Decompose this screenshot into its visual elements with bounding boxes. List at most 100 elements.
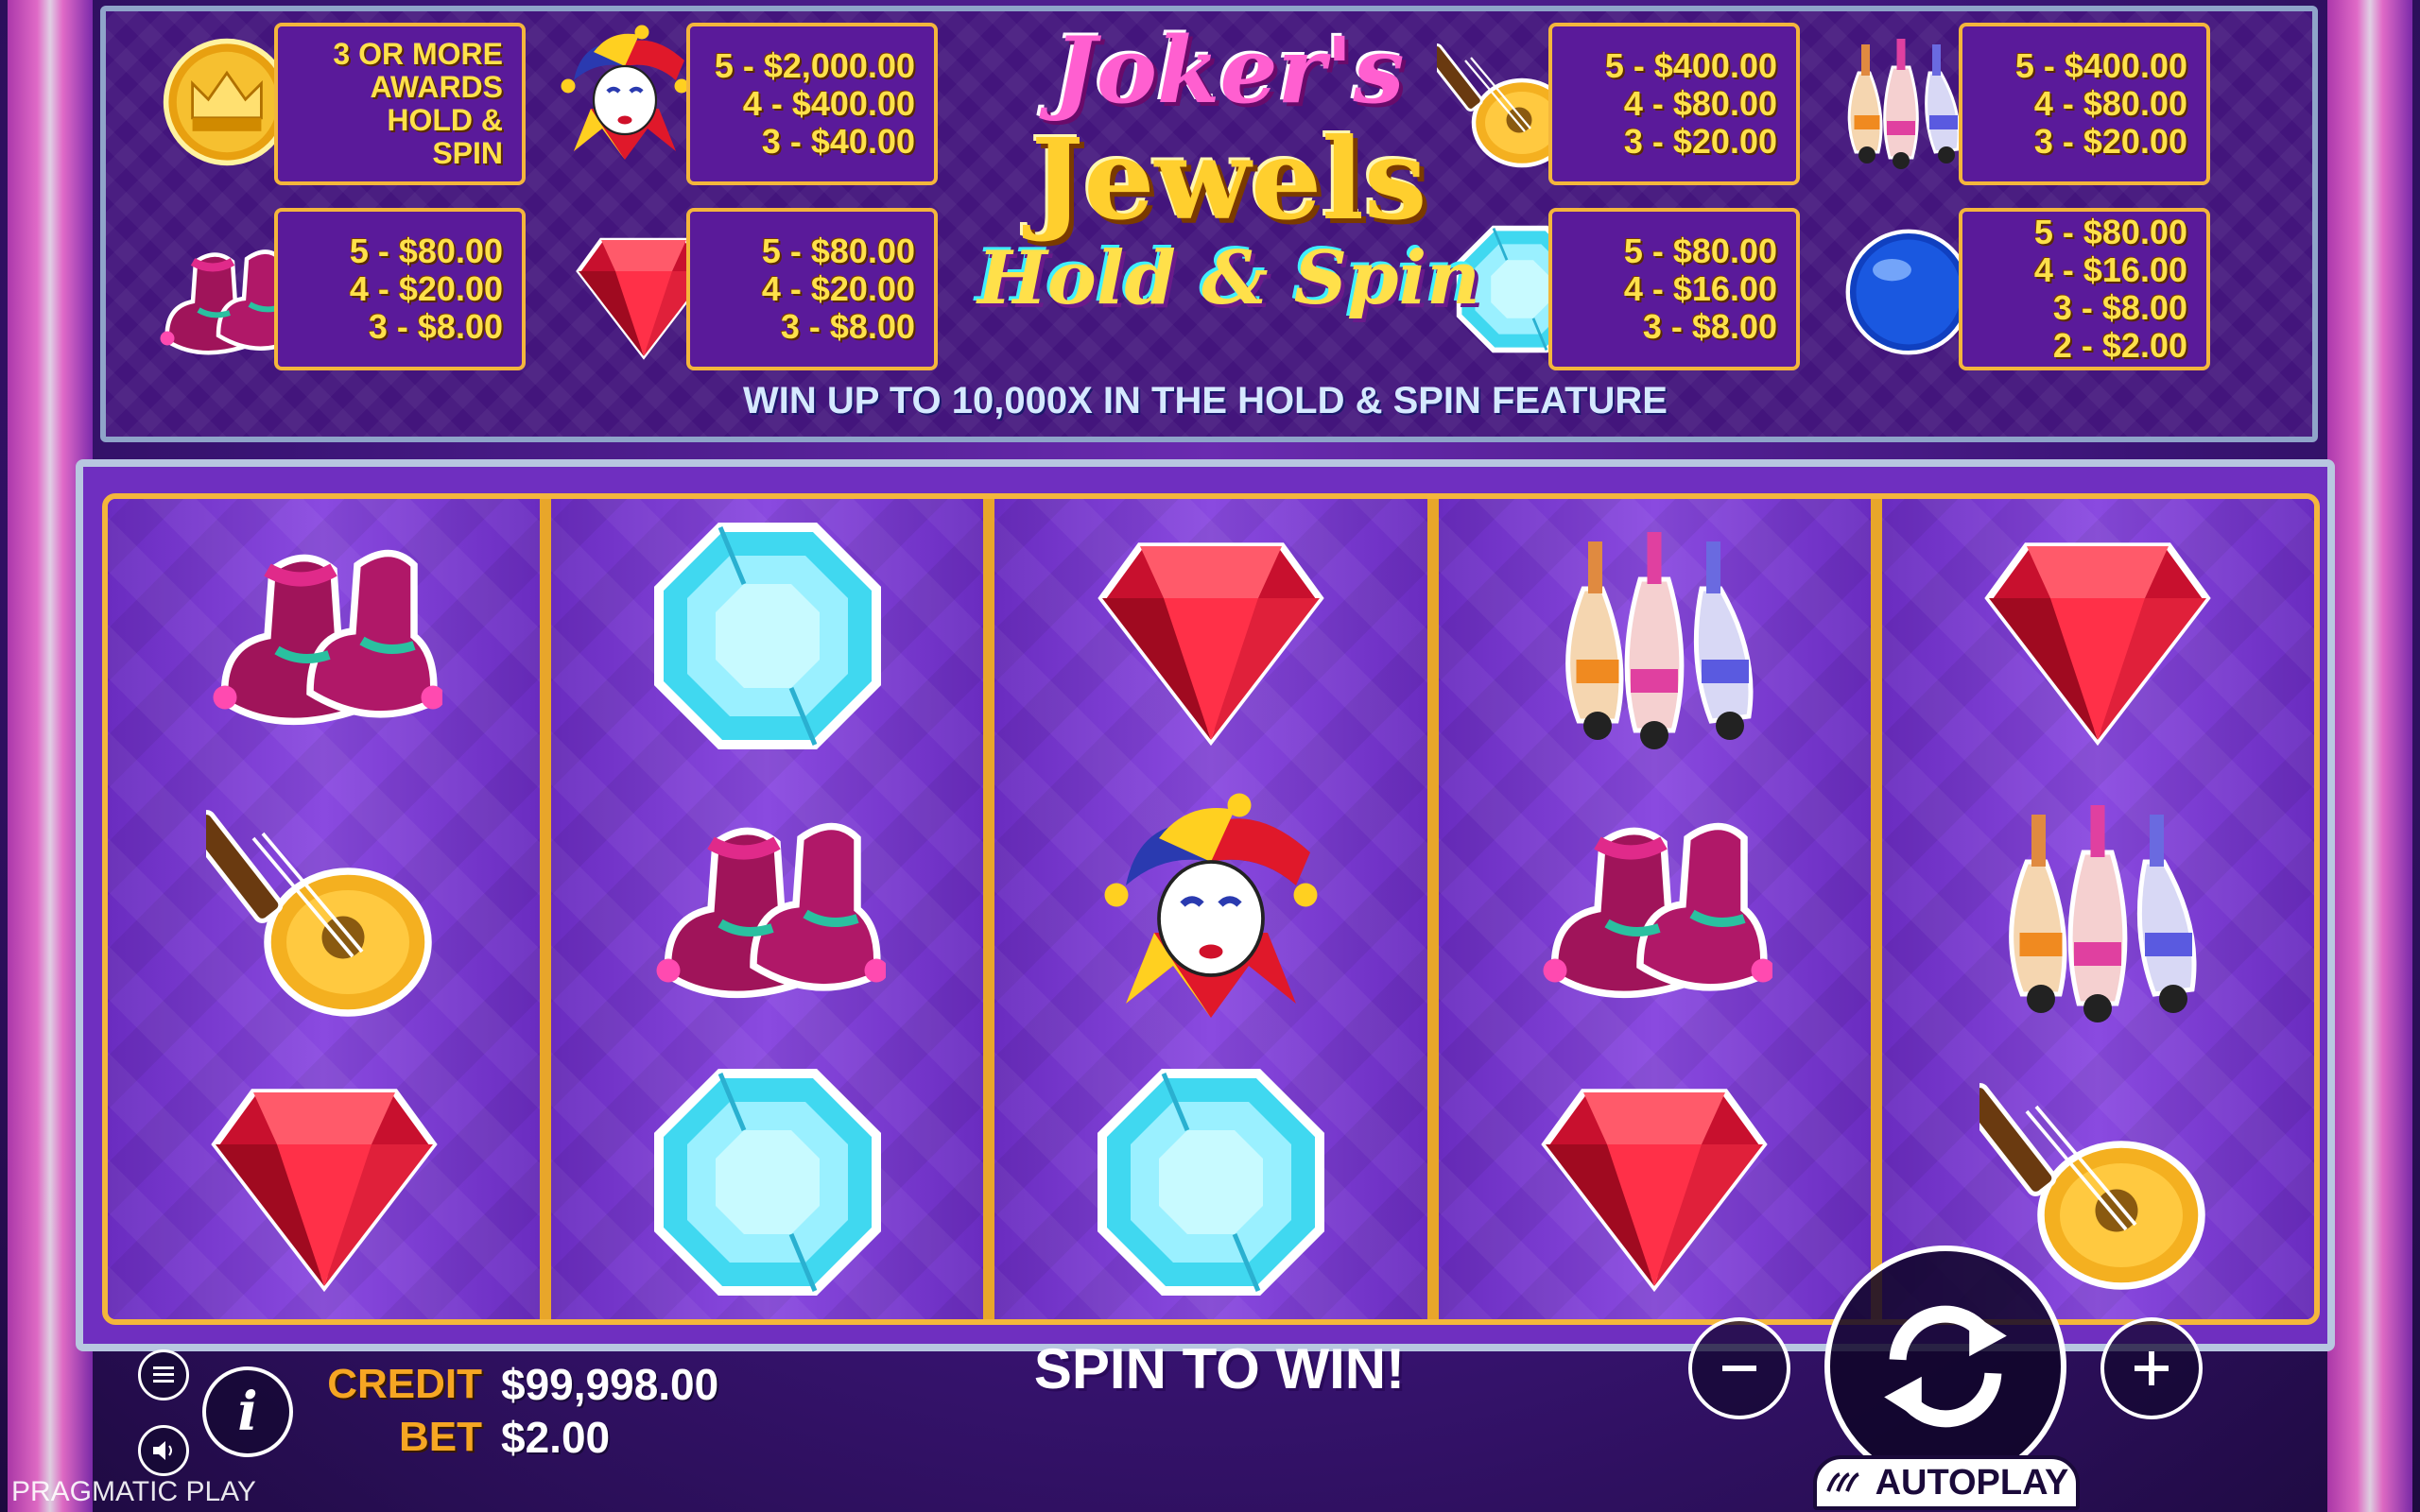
increase-bet-button[interactable] xyxy=(2100,1317,2203,1419)
speaker-icon xyxy=(153,1441,172,1460)
bet-value: $2.00 xyxy=(501,1413,611,1462)
bet-label: BET xyxy=(399,1414,482,1460)
diamond-paytable-box: 5 - $80.00 4 - $16.00 3 - $8.00 xyxy=(1548,208,1800,370)
reel-cell xyxy=(1882,499,2314,772)
crown-award-line: HOLD & xyxy=(387,103,503,137)
shoes-symbol-icon xyxy=(1536,791,1772,1027)
pay-line: 4 - $20.00 xyxy=(761,269,915,308)
lute-symbol-icon xyxy=(206,791,442,1027)
diamond-symbol-icon xyxy=(649,518,886,754)
shoes-symbol-icon xyxy=(206,518,442,754)
ruby-symbol-icon xyxy=(1536,1064,1772,1300)
reel-cell xyxy=(551,772,983,1045)
pay-line: 2 - $2.00 xyxy=(2052,326,2187,365)
lute-paytable-box: 5 - $400.00 4 - $80.00 3 - $20.00 xyxy=(1548,23,1800,185)
minus-icon xyxy=(1722,1366,1756,1371)
pay-line: 5 - $80.00 xyxy=(761,232,915,270)
pins-symbol-icon xyxy=(1536,518,1772,754)
joker-paytable-box: 5 - $2,000.00 4 - $400.00 3 - $40.00 xyxy=(686,23,938,185)
pins-paytable-box: 5 - $400.00 4 - $80.00 3 - $20.00 xyxy=(1959,23,2210,185)
game-logo: Joker's Jewels Hold & Spin xyxy=(974,19,1484,359)
credit-label: CREDIT xyxy=(327,1361,482,1407)
pay-line: 3 - $8.00 xyxy=(1642,307,1777,346)
info-icon: i xyxy=(237,1381,258,1443)
credit-value: $99,998.00 xyxy=(501,1360,719,1409)
pay-line: 4 - $20.00 xyxy=(349,269,503,308)
blue-ball-paytable-icon xyxy=(1840,223,1978,361)
right-neon-pillar xyxy=(2327,0,2412,1512)
reel-cell xyxy=(551,499,983,772)
feature-banner: WIN UP TO 10,000X IN THE HOLD & SPIN FEA… xyxy=(743,380,1668,421)
decrease-bet-button[interactable] xyxy=(1688,1317,1790,1419)
sound-button[interactable] xyxy=(138,1425,189,1476)
reel-cell xyxy=(994,1046,1426,1319)
pay-line: 4 - $80.00 xyxy=(1623,84,1777,123)
joker-paytable-icon xyxy=(554,19,696,170)
reel-cell xyxy=(108,499,540,772)
shoes-symbol-icon xyxy=(649,791,886,1027)
pay-line: 3 - $40.00 xyxy=(761,122,915,161)
brand-label: PRAGMATIC PLAY xyxy=(11,1476,256,1507)
diamond-symbol-icon xyxy=(649,1064,886,1300)
pay-line: 3 - $20.00 xyxy=(1623,122,1777,161)
ball-paytable-box: 5 - $80.00 4 - $16.00 3 - $8.00 2 - $2.0… xyxy=(1959,208,2210,370)
pay-line: 5 - $80.00 xyxy=(349,232,503,270)
autoplay-button[interactable]: AUTOPLAY xyxy=(1813,1455,2080,1510)
logo-line-jokers: Joker's xyxy=(1053,17,1405,124)
reel-area xyxy=(102,493,2320,1325)
ruby-symbol-icon xyxy=(206,1064,442,1300)
spin-message: SPIN TO WIN! xyxy=(1033,1337,1406,1400)
pay-line: 4 - $400.00 xyxy=(742,84,915,123)
pay-line: 4 - $80.00 xyxy=(2033,84,2187,123)
reel-2 xyxy=(551,499,995,1319)
info-button[interactable]: i xyxy=(202,1366,293,1457)
pay-line: 5 - $80.00 xyxy=(2033,213,2187,251)
shoes-paytable-box: 5 - $80.00 4 - $20.00 3 - $8.00 xyxy=(274,208,526,370)
crown-coin-icon xyxy=(161,36,293,168)
reel-cell xyxy=(1882,772,2314,1045)
pay-line: 4 - $16.00 xyxy=(1623,269,1777,308)
reel-cell xyxy=(1439,1046,1871,1319)
plus-icon xyxy=(2135,1351,2169,1385)
menu-icon xyxy=(153,1366,174,1383)
spin-arrows-icon xyxy=(1884,1305,2007,1428)
reel-1 xyxy=(108,499,552,1319)
reel-cell xyxy=(1439,772,1871,1045)
logo-line-jewels: Jewels xyxy=(1030,113,1427,245)
reel-cell xyxy=(108,1046,540,1319)
reel-cell xyxy=(1439,499,1871,772)
pay-line: 3 - $8.00 xyxy=(368,307,503,346)
pay-line: 5 - $80.00 xyxy=(1623,232,1777,270)
pay-line: 4 - $16.00 xyxy=(2033,250,2187,289)
reel-4 xyxy=(1438,499,1882,1319)
reel-5 xyxy=(1881,499,2314,1319)
pay-line: 3 - $8.00 xyxy=(780,307,915,346)
pay-line: 5 - $2,000.00 xyxy=(714,46,915,85)
ruby-symbol-icon xyxy=(1093,518,1329,754)
crown-paytable-box: 3 OR MORE AWARDS HOLD & SPIN xyxy=(274,23,526,185)
pins-symbol-icon xyxy=(1979,791,2216,1027)
reel-cell xyxy=(994,772,1426,1045)
pay-line: 5 - $400.00 xyxy=(2014,46,2187,85)
pay-line: 5 - $400.00 xyxy=(1604,46,1777,85)
lute-symbol-icon xyxy=(1979,1064,2216,1300)
ruby-paytable-box: 5 - $80.00 4 - $20.00 3 - $8.00 xyxy=(686,208,938,370)
menu-button[interactable] xyxy=(138,1349,189,1400)
crown-award-line: SPIN xyxy=(432,136,503,170)
crown-award-line: 3 OR MORE xyxy=(333,37,503,71)
juggling-pins-paytable-icon xyxy=(1830,30,1972,172)
reel-3 xyxy=(994,499,1439,1319)
ruby-symbol-icon xyxy=(1979,518,2216,754)
reel-cell xyxy=(551,1046,983,1319)
logo-line-hold-spin: Hold & Spin xyxy=(977,235,1480,321)
pay-line: 3 - $20.00 xyxy=(2033,122,2187,161)
reel-cell xyxy=(994,499,1426,772)
autoplay-label: AUTOPLAY xyxy=(1875,1462,2069,1503)
reel-cell xyxy=(108,772,540,1045)
spin-button[interactable] xyxy=(1824,1246,2066,1487)
joker-symbol-icon xyxy=(1093,791,1329,1027)
pay-line: 3 - $8.00 xyxy=(2052,288,2187,327)
diamond-symbol-icon xyxy=(1093,1064,1329,1300)
fast-forward-icon xyxy=(1825,1472,1859,1492)
crown-award-line: AWARDS xyxy=(370,70,503,104)
